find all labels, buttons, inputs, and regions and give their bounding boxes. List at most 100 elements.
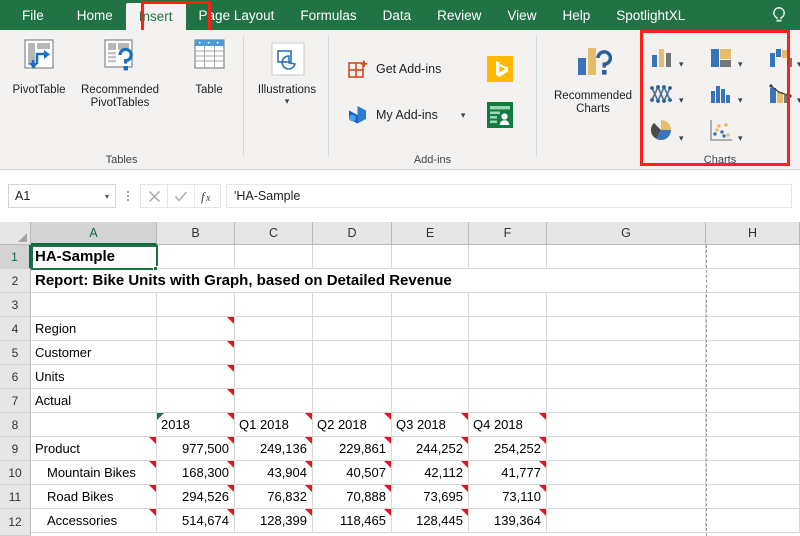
statistic-chart-caret-icon[interactable]: ▾ <box>738 96 743 105</box>
cell-b9[interactable]: 977,500 <box>157 437 235 461</box>
cell-g7[interactable] <box>547 389 706 413</box>
waterfall-chart-button[interactable]: ▾ <box>768 47 800 69</box>
column-header-a[interactable]: A <box>31 222 157 245</box>
people-graph-button[interactable] <box>487 102 513 128</box>
cell-h8[interactable] <box>706 413 800 437</box>
cell-b5[interactable] <box>157 341 235 365</box>
cell-g12[interactable] <box>547 509 706 533</box>
cell-d10[interactable]: 40,507 <box>313 461 392 485</box>
pie-doughnut-chart-button[interactable]: ▾ <box>650 119 684 143</box>
row-header-1[interactable]: 1 <box>0 245 31 269</box>
cell-e10[interactable]: 42,112 <box>392 461 469 485</box>
scatter-bubble-chart-caret-icon[interactable]: ▾ <box>738 134 743 143</box>
tab-help[interactable]: Help <box>549 0 603 30</box>
tab-review[interactable]: Review <box>424 0 494 30</box>
cell-f10[interactable]: 41,777 <box>469 461 547 485</box>
cell-f5[interactable] <box>469 341 547 365</box>
cell-g1[interactable] <box>547 245 706 269</box>
cell-g8[interactable] <box>547 413 706 437</box>
recommended-charts-button[interactable]: Recommended Charts <box>545 44 641 116</box>
column-bar-chart-button[interactable]: ▾ <box>650 47 684 69</box>
formula-bar-grip[interactable] <box>119 191 137 201</box>
insert-function-button[interactable]: f x <box>194 184 221 208</box>
cell-a5[interactable]: Customer <box>31 341 157 365</box>
enter-button[interactable] <box>167 184 194 208</box>
cell-f3[interactable] <box>469 293 547 317</box>
recommended-pivottables-button[interactable]: Recommended PivotTables <box>74 38 166 110</box>
cell-b1[interactable] <box>157 245 235 269</box>
cell-a12[interactable]: Accessories <box>31 509 157 533</box>
combo-chart-button[interactable]: ▾ <box>768 83 800 105</box>
column-header-e[interactable]: E <box>392 222 469 245</box>
cell-d1[interactable] <box>313 245 392 269</box>
select-all-button[interactable] <box>0 222 31 245</box>
cell-c4[interactable] <box>235 317 313 341</box>
pivottable-button[interactable]: PivotTable <box>2 38 76 97</box>
cell-c3[interactable] <box>235 293 313 317</box>
bing-maps-button[interactable] <box>487 56 513 82</box>
tab-view[interactable]: View <box>494 0 549 30</box>
row-header-10[interactable]: 10 <box>0 461 31 485</box>
column-bar-chart-caret-icon[interactable]: ▾ <box>679 60 684 69</box>
cell-e9[interactable]: 244,252 <box>392 437 469 461</box>
cell-f2[interactable] <box>469 269 547 293</box>
row-header-8[interactable]: 8 <box>0 413 31 437</box>
column-header-b[interactable]: B <box>157 222 235 245</box>
cell-e6[interactable] <box>392 365 469 389</box>
cell-g5[interactable] <box>547 341 706 365</box>
formula-input[interactable]: 'HA-Sample <box>226 184 792 208</box>
cell-d6[interactable] <box>313 365 392 389</box>
column-header-h[interactable]: H <box>706 222 800 245</box>
column-header-d[interactable]: D <box>313 222 392 245</box>
cell-c8[interactable]: Q1 2018 <box>235 413 313 437</box>
cell-e12[interactable]: 128,445 <box>392 509 469 533</box>
cell-h10[interactable] <box>706 461 800 485</box>
cell-d9[interactable]: 229,861 <box>313 437 392 461</box>
row-header-11[interactable]: 11 <box>0 485 31 509</box>
row-header-2[interactable]: 2 <box>0 269 31 293</box>
cell-g3[interactable] <box>547 293 706 317</box>
cell-b7[interactable] <box>157 389 235 413</box>
cell-f9[interactable]: 254,252 <box>469 437 547 461</box>
cell-f12[interactable]: 139,364 <box>469 509 547 533</box>
hierarchy-chart-button[interactable]: ▾ <box>709 47 743 69</box>
cell-h6[interactable] <box>706 365 800 389</box>
name-box[interactable]: A1 ▾ <box>8 184 116 208</box>
cell-h5[interactable] <box>706 341 800 365</box>
statistic-chart-button[interactable]: ▾ <box>709 83 743 105</box>
cell-b3[interactable] <box>157 293 235 317</box>
cell-b10[interactable]: 168,300 <box>157 461 235 485</box>
cell-c5[interactable] <box>235 341 313 365</box>
get-addins-button[interactable]: Get Add-ins <box>347 58 441 80</box>
pie-doughnut-chart-caret-icon[interactable]: ▾ <box>679 134 684 143</box>
cell-a3[interactable] <box>31 293 157 317</box>
cell-g10[interactable] <box>547 461 706 485</box>
cell-d8[interactable]: Q2 2018 <box>313 413 392 437</box>
cell-c11[interactable]: 76,832 <box>235 485 313 509</box>
cell-b8[interactable]: 2018 <box>157 413 235 437</box>
cell-e7[interactable] <box>392 389 469 413</box>
line-scatter-chart-caret-icon[interactable]: ▾ <box>679 96 684 105</box>
cell-b12[interactable]: 514,674 <box>157 509 235 533</box>
cell-d12[interactable]: 118,465 <box>313 509 392 533</box>
name-box-chevron-down-icon[interactable]: ▾ <box>105 192 109 201</box>
cell-c9[interactable]: 249,136 <box>235 437 313 461</box>
cell-h7[interactable] <box>706 389 800 413</box>
cell-a8[interactable] <box>31 413 157 437</box>
cell-a2[interactable]: Report: Bike Units with Graph, based on … <box>31 269 452 293</box>
cell-e11[interactable]: 73,695 <box>392 485 469 509</box>
cell-g2[interactable] <box>547 269 706 293</box>
cell-h9[interactable] <box>706 437 800 461</box>
cell-g6[interactable] <box>547 365 706 389</box>
cell-g4[interactable] <box>547 317 706 341</box>
cell-a6[interactable]: Units <box>31 365 157 389</box>
cell-b2[interactable] <box>157 269 235 293</box>
tab-insert[interactable]: Insert <box>125 3 186 30</box>
cell-f1[interactable] <box>469 245 547 269</box>
row-header-6[interactable]: 6 <box>0 365 31 389</box>
row-header-5[interactable]: 5 <box>0 341 31 365</box>
cell-a4[interactable]: Region <box>31 317 157 341</box>
cell-h1[interactable] <box>706 245 800 269</box>
cell-f8[interactable]: Q4 2018 <box>469 413 547 437</box>
cell-c6[interactable] <box>235 365 313 389</box>
